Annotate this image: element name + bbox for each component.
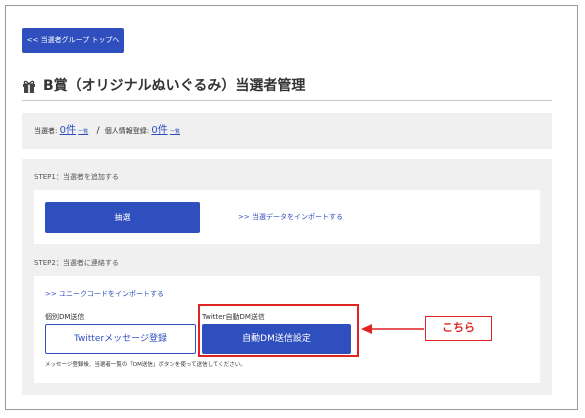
back-to-group-top-button[interactable]: << 当選者グループ トップへ bbox=[22, 28, 124, 53]
winners-list-link[interactable]: 一覧 bbox=[78, 129, 88, 135]
winners-label: 当選者: bbox=[34, 127, 58, 135]
summary-bar: 当選者: 0件 一覧 / 個人情報登録: 0件 一覧 bbox=[22, 113, 552, 149]
individual-dm-label: 個別DM送信 bbox=[45, 313, 85, 321]
personal-info-list-link[interactable]: 一覧 bbox=[170, 129, 180, 135]
step1-card: 抽選 >> 当選データをインポートする bbox=[34, 190, 540, 244]
annotation-callout: こちら bbox=[425, 316, 492, 341]
import-winner-data-link[interactable]: >> 当選データをインポートする bbox=[238, 212, 343, 222]
annotation-highlight-box bbox=[198, 304, 359, 357]
step2-label: STEP2：当選者に連絡する bbox=[34, 259, 119, 267]
gift-icon bbox=[23, 80, 35, 93]
import-unique-code-link[interactable]: >> ユニークコードをインポートする bbox=[45, 289, 164, 299]
steps-panel: STEP1：当選者を追加する 抽選 >> 当選データをインポートする STEP2… bbox=[22, 159, 552, 395]
winners-count-link[interactable]: 0件 bbox=[60, 125, 76, 136]
dm-instruction-note: メッセージ登録後、当選者一覧の「DM送信」ボタンを使って送信してください。 bbox=[45, 362, 246, 368]
personal-info-label: 個人情報登録: bbox=[104, 127, 150, 135]
summary-separator: / bbox=[96, 126, 100, 136]
lottery-button[interactable]: 抽選 bbox=[45, 202, 200, 233]
summary-line: 当選者: 0件 一覧 / 個人情報登録: 0件 一覧 bbox=[34, 124, 180, 139]
page-title: B賞（オリジナルぬいぐるみ）当選者管理 bbox=[43, 78, 306, 94]
personal-info-count-link[interactable]: 0件 bbox=[151, 125, 167, 136]
step1-label: STEP1：当選者を追加する bbox=[34, 173, 119, 181]
page-header: B賞（オリジナルぬいぐるみ）当選者管理 bbox=[22, 76, 552, 101]
twitter-message-register-button[interactable]: Twitterメッセージ登録 bbox=[45, 324, 196, 354]
